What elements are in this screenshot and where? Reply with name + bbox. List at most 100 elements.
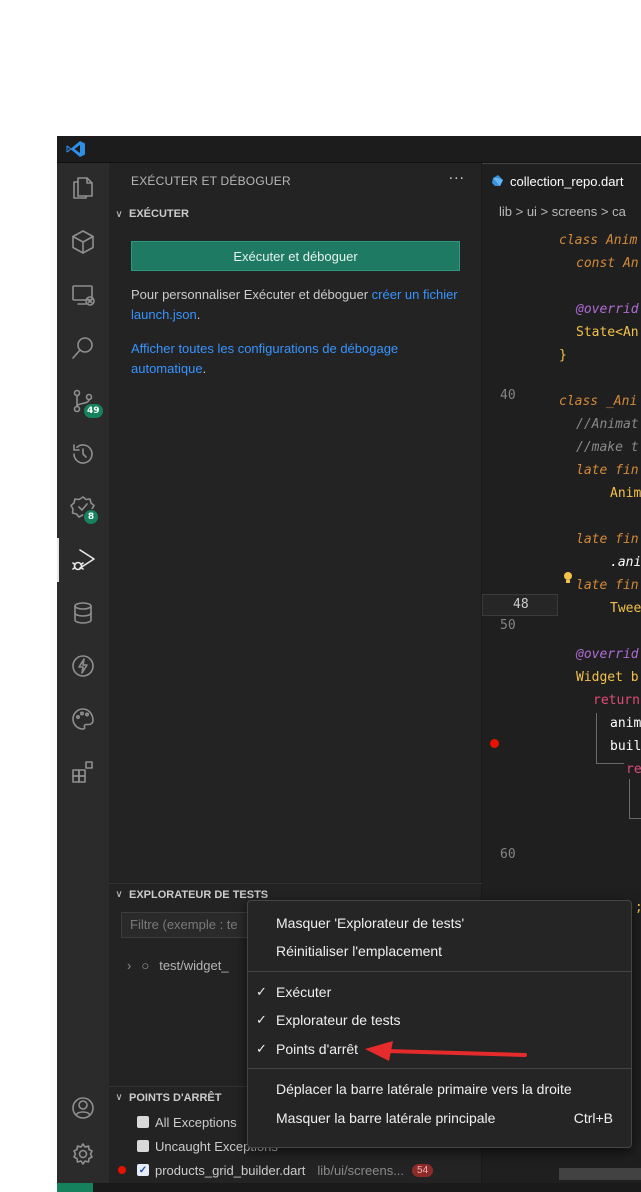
run-help-text: Pour personnaliser Exécuter et déboguer …	[131, 285, 461, 325]
status-bar	[57, 1183, 641, 1192]
code-text: State<An	[576, 325, 639, 340]
code-text: @overrid	[576, 647, 639, 662]
horizontal-scrollbar[interactable]	[559, 1168, 641, 1180]
indent-guide	[596, 763, 624, 764]
palette-icon[interactable]	[57, 697, 109, 741]
code-line: late fin	[576, 578, 639, 593]
more-actions-icon[interactable]: ···	[449, 171, 465, 187]
chevron-down-icon: ∨	[115, 1092, 123, 1103]
menu-item-hide-primary-sidebar[interactable]: Masquer la barre latérale principale Ctr…	[248, 1104, 631, 1132]
code-text: class Anim	[559, 233, 638, 248]
context-menu: Masquer 'Explorateur de tests' Réinitial…	[247, 900, 632, 1148]
code-line: class _Ani	[559, 394, 637, 409]
extensions-icon[interactable]	[57, 750, 109, 794]
code-text: Twee	[610, 601, 641, 616]
breakpoint-dot-icon[interactable]	[490, 739, 499, 748]
menu-item-label: Réinitialiser l'emplacement	[276, 943, 443, 959]
remote-explorer-icon[interactable]	[57, 273, 109, 317]
code-text: buil	[610, 739, 641, 754]
code-line: re	[626, 762, 641, 777]
code-line: return	[593, 693, 640, 708]
lightbulb-icon[interactable]	[562, 571, 574, 585]
menu-item-reset-location[interactable]: Réinitialiser l'emplacement	[248, 937, 631, 965]
run-help-prefix: Pour personnaliser Exécuter et déboguer	[131, 287, 372, 302]
checkmark-icon: ✓	[256, 984, 267, 999]
run-and-debug-icon[interactable]	[57, 538, 109, 582]
menu-item-run[interactable]: ✓ Exécuter	[248, 978, 631, 1006]
run-section-header[interactable]: ∨ EXÉCUTER	[109, 203, 482, 225]
menu-item-shortcut: Ctrl+B	[573, 1110, 613, 1126]
checkbox[interactable]	[137, 1140, 149, 1152]
menu-item-test-explorer[interactable]: ✓ Explorateur de tests	[248, 1006, 631, 1034]
code-line: @overrid	[576, 302, 639, 317]
checkbox[interactable]	[137, 1116, 149, 1128]
code-text: re	[626, 762, 641, 777]
breakpoint-dot-icon	[118, 1166, 126, 1174]
code-line: .ani	[610, 555, 641, 570]
editor-tab[interactable]: collection_repo.dart	[482, 163, 641, 198]
search-icon[interactable]	[57, 326, 109, 370]
tests-section-label: EXPLORATEUR DE TESTS	[129, 888, 269, 901]
red-arrow-annotation	[365, 1041, 527, 1061]
dart-file-icon	[492, 175, 503, 186]
code-line: buil	[610, 739, 641, 754]
run-section-label: EXÉCUTER	[129, 208, 189, 220]
source-control-icon[interactable]: 49	[57, 379, 109, 423]
vscode-logo-icon	[66, 141, 85, 157]
vscode-window: 49 8 EXÉCUTER ET DÉBOGUER ··· ∨ EXÉCUTER…	[57, 136, 641, 1192]
show-auto-configs-link[interactable]: Afficher toutes les configurations de dé…	[131, 341, 398, 376]
code-text: return	[593, 693, 640, 708]
code-line: late fin	[576, 463, 639, 478]
test-item-label: test/widget_	[159, 958, 229, 973]
run-and-debug-button[interactable]: Exécuter et déboguer	[131, 241, 460, 271]
menu-item-hide-test-explorer[interactable]: Masquer 'Explorateur de tests'	[248, 909, 631, 937]
checkbox-checked[interactable]: ✓	[137, 1164, 149, 1176]
code-text: //make t	[576, 440, 639, 455]
checkmark-icon: ✓	[256, 1012, 267, 1027]
explorer-icon[interactable]	[57, 166, 109, 210]
line-number: 50	[500, 618, 516, 633]
code-line: class Anim	[559, 233, 637, 248]
auto-config-text: Afficher toutes les configurations de dé…	[131, 339, 461, 379]
cube-icon[interactable]	[57, 220, 109, 264]
tab-label: collection_repo.dart	[510, 173, 624, 189]
test-tree-item[interactable]: › ○ test/widget_	[127, 958, 229, 973]
code-text: }	[559, 348, 567, 363]
code-line: //Animat	[576, 417, 639, 432]
activity-bar: 49 8	[57, 163, 109, 1183]
line-number: 60	[500, 847, 516, 862]
auto-config-suffix: .	[202, 361, 207, 376]
indent-guide	[629, 818, 641, 819]
line-number: 40	[500, 388, 516, 403]
code-text: late fin	[576, 463, 639, 478]
current-line-number: 48	[482, 594, 558, 616]
breakpoint-row[interactable]: ✓ products_grid_builder.dart lib/ui/scre…	[109, 1159, 482, 1181]
code-text: .ani	[610, 555, 641, 570]
breakpoint-label: All Exceptions	[155, 1114, 237, 1130]
code-text: late fin	[576, 578, 639, 593]
remote-status-indicator[interactable]	[57, 1183, 93, 1192]
code-line: State<An	[576, 325, 639, 340]
testing-icon[interactable]: 8	[57, 485, 109, 529]
timeline-icon[interactable]	[57, 432, 109, 476]
database-icon[interactable]	[57, 591, 109, 635]
code-line: //make t	[576, 440, 639, 455]
code-line: Widget b	[576, 670, 639, 685]
menu-item-label: Déplacer la barre latérale primaire vers…	[276, 1081, 572, 1097]
code-text: //Animat	[576, 417, 639, 432]
account-icon[interactable]	[57, 1086, 109, 1130]
code-text: anim	[610, 716, 641, 731]
code-line: Anim	[610, 486, 641, 501]
scm-badge: 49	[83, 403, 104, 419]
chevron-right-icon: ›	[127, 958, 132, 973]
menu-item-move-sidebar-right[interactable]: Déplacer la barre latérale primaire vers…	[248, 1075, 631, 1103]
breakpoint-line-badge: 54	[412, 1163, 434, 1177]
breadcrumb[interactable]: lib > ui > screens > ca	[499, 204, 626, 219]
lightning-icon[interactable]	[57, 644, 109, 688]
code-text: class _Ani	[559, 394, 638, 409]
settings-gear-icon[interactable]	[57, 1132, 109, 1176]
run-help-suffix: .	[196, 307, 201, 322]
menu-item-label: Exécuter	[276, 984, 332, 1000]
menu-item-label: Explorateur de tests	[276, 1012, 401, 1028]
code-line: late fin	[576, 532, 639, 547]
